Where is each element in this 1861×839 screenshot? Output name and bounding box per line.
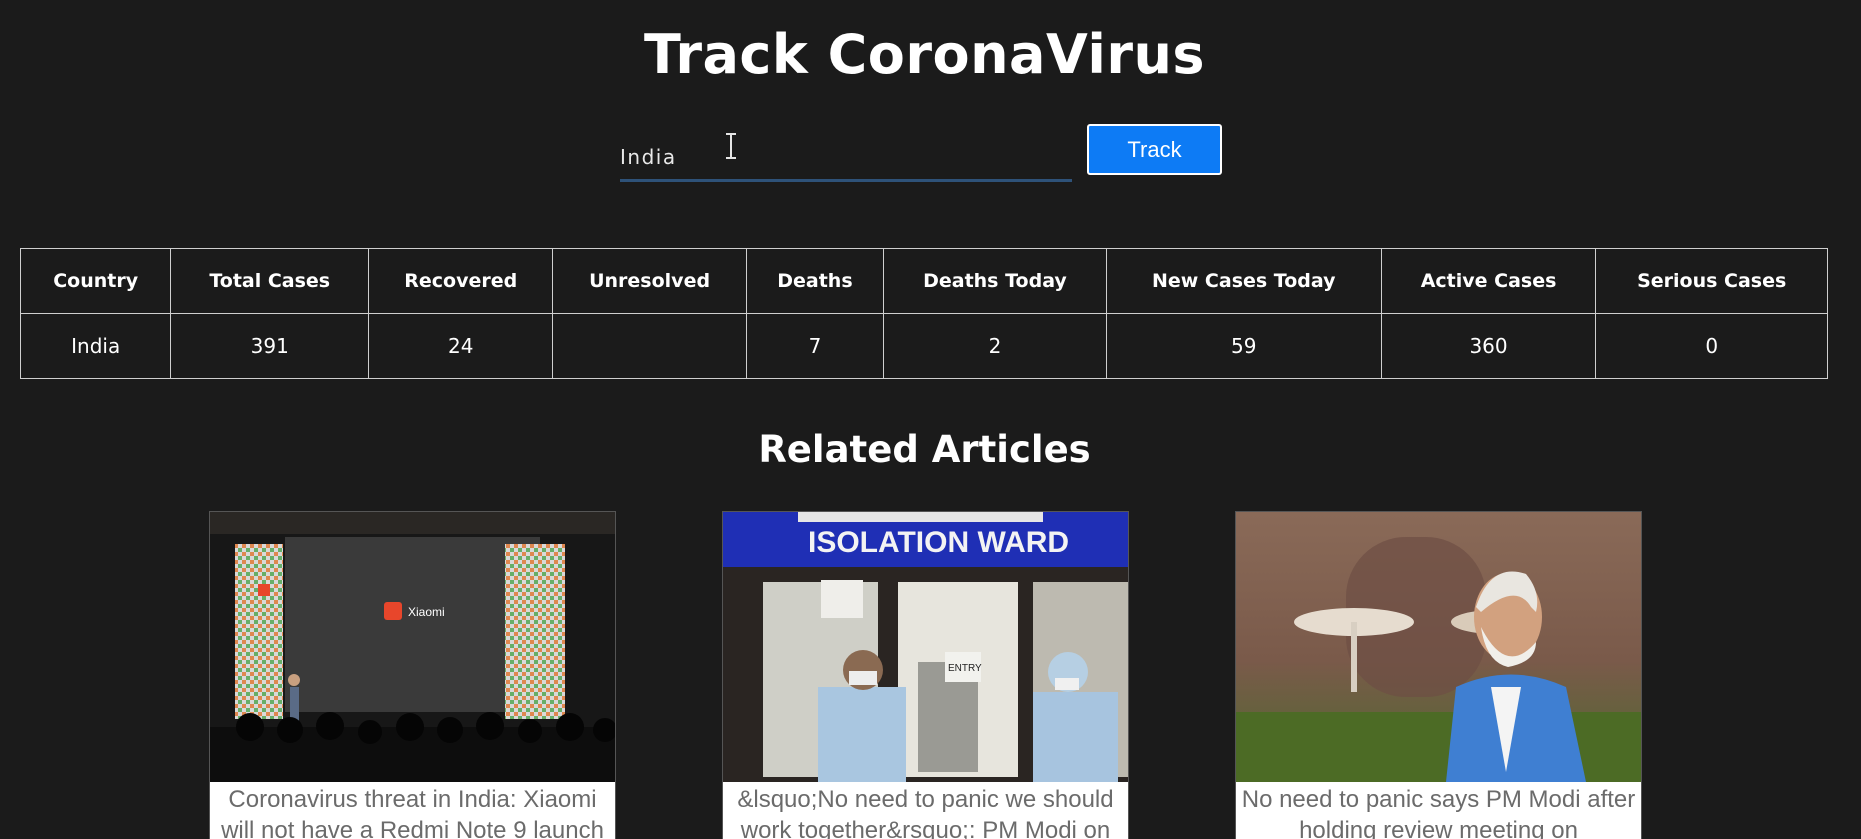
column-header-recovered: Recovered [368,248,554,314]
page: Track CoronaVirus Track Country Total Ca… [0,0,1861,839]
cell-deaths-today: 2 [883,313,1107,379]
column-header-active-cases: Active Cases [1380,248,1597,314]
text-cursor-icon [726,133,736,159]
article-card[interactable]: ISOLATION WARD ENTRY &lsquo;No need to p… [722,511,1129,839]
article-title[interactable]: No need to panic says PM Modi after hold… [1236,782,1641,839]
article-card[interactable]: No need to panic says PM Modi after hold… [1235,511,1642,839]
article-title[interactable]: Coronavirus threat in India: Xiaomi will… [210,782,615,839]
cell-recovered: 24 [368,313,554,379]
cell-serious-cases: 0 [1595,313,1828,379]
article-image[interactable]: ISOLATION WARD ENTRY [723,512,1128,782]
svg-text:ISOLATION WARD: ISOLATION WARD [808,526,1069,559]
svg-text:Xiaomi: Xiaomi [408,605,445,619]
column-header-deaths-today: Deaths Today [883,248,1107,314]
column-header-new-cases-today: New Cases Today [1105,248,1382,314]
table-row: India 391 24 7 2 59 360 0 [19,313,1828,379]
article-title[interactable]: &lsquo;No need to panic we should work t… [723,782,1128,839]
cell-active-cases: 360 [1380,313,1597,379]
cell-total-cases: 391 [170,313,370,379]
column-header-deaths: Deaths [745,248,885,314]
column-header-total-cases: Total Cases [170,248,370,314]
article-image[interactable] [1236,512,1641,782]
column-header-serious-cases: Serious Cases [1595,248,1828,314]
cell-unresolved [552,313,747,379]
table-header-row: Country Total Cases Recovered Unresolved… [19,248,1828,314]
related-articles-heading: Related Articles [758,428,1091,471]
cell-country: India [19,313,172,379]
article-image[interactable]: Xiaomi [210,512,615,782]
country-search-input[interactable] [620,134,1072,182]
page-title: Track CoronaVirus [643,23,1206,86]
cell-deaths: 7 [745,313,885,379]
column-header-unresolved: Unresolved [552,248,747,314]
track-button[interactable]: Track [1087,124,1222,175]
cell-new-cases-today: 59 [1105,313,1382,379]
article-card[interactable]: Xiaomi Coronavirus threat in India: Xiao… [209,511,616,839]
svg-text:ENTRY: ENTRY [948,663,982,674]
column-header-country: Country [19,248,172,314]
stats-table: Country Total Cases Recovered Unresolved… [19,248,1828,379]
